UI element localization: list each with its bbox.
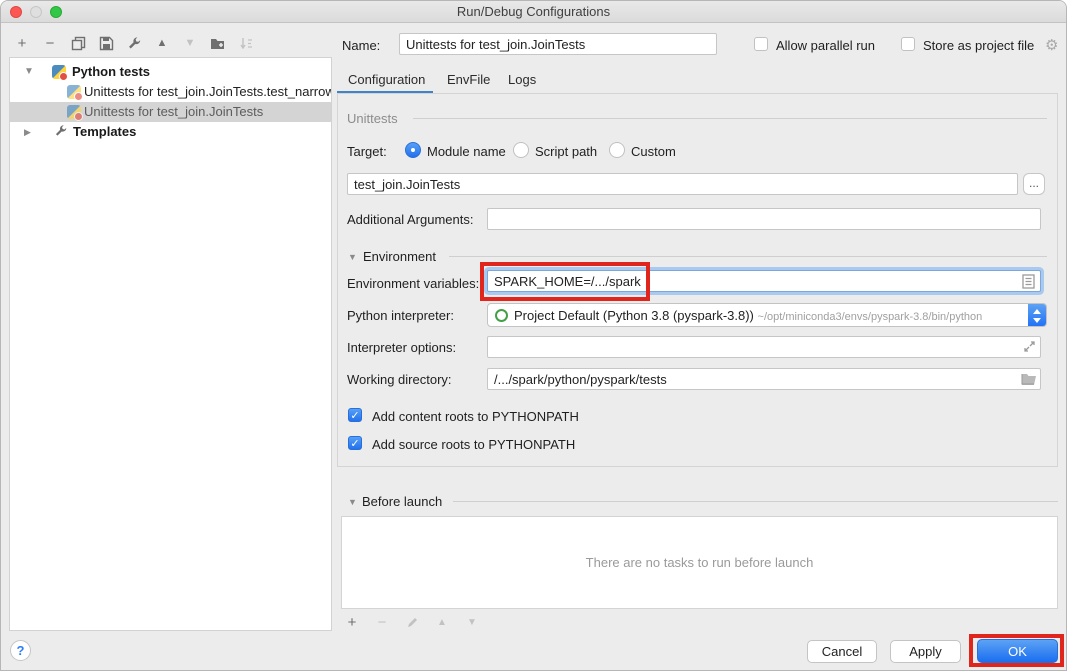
interpreter-options-label: Interpreter options:	[347, 340, 456, 355]
copy-configuration-icon[interactable]	[69, 34, 87, 52]
store-as-project-file-label: Store as project file	[923, 38, 1034, 53]
edit-task-pencil-icon	[403, 613, 421, 631]
python-test-icon	[67, 105, 81, 119]
tree-item-python-tests[interactable]: ▼ Python tests	[10, 62, 331, 82]
browse-folder-icon[interactable]	[1021, 372, 1037, 388]
move-up-button[interactable]: ▲	[153, 34, 171, 52]
unittests-section-title: Unittests	[347, 111, 398, 126]
additional-arguments-input[interactable]	[487, 208, 1041, 230]
ok-button[interactable]: OK	[977, 639, 1058, 663]
tab-envfile[interactable]: EnvFile	[447, 72, 490, 87]
target-custom-label: Custom	[631, 144, 676, 159]
section-divider	[453, 501, 1058, 502]
interpreter-options-input[interactable]	[487, 336, 1041, 358]
tree-item-unittests-test-narrow[interactable]: Unittests for test_join.JoinTests.test_n…	[10, 82, 331, 102]
add-source-roots-checkbox[interactable]: ✓	[348, 436, 362, 450]
tree-item-unittests-jointests[interactable]: Unittests for test_join.JoinTests	[10, 102, 331, 122]
add-source-roots-label: Add source roots to PYTHONPATH	[372, 437, 575, 452]
add-task-button[interactable]: +	[343, 613, 361, 631]
environment-section-title: Environment	[363, 249, 436, 264]
tree-item-label: Templates	[73, 122, 136, 142]
before-launch-toolbar: + − ▲ ▼	[343, 613, 481, 631]
window-title: Run/Debug Configurations	[1, 4, 1066, 19]
name-input[interactable]	[399, 33, 717, 55]
browse-target-button[interactable]: ...	[1023, 173, 1045, 195]
working-directory-label: Working directory:	[347, 372, 452, 387]
target-label: Target:	[347, 144, 387, 159]
chevron-right-icon[interactable]: ▶	[24, 122, 36, 142]
edit-env-vars-icon[interactable]	[1022, 274, 1035, 292]
chevron-down-icon[interactable]: ▼	[24, 62, 36, 82]
move-down-button: ▼	[181, 34, 199, 52]
remove-task-button: −	[373, 613, 391, 631]
store-settings-gear-icon[interactable]: ⚙	[1045, 36, 1058, 54]
conda-env-icon	[495, 309, 508, 322]
add-configuration-button[interactable]: +	[13, 34, 31, 52]
new-folder-icon[interactable]	[209, 34, 227, 52]
target-module-name-label: Module name	[427, 144, 506, 159]
environment-variables-label: Environment variables:	[347, 276, 479, 291]
python-test-icon	[67, 85, 81, 99]
templates-wrench-icon	[54, 124, 68, 142]
add-content-roots-label: Add content roots to PYTHONPATH	[372, 409, 579, 424]
remove-configuration-button[interactable]: −	[41, 34, 59, 52]
tab-configuration[interactable]: Configuration	[348, 72, 425, 87]
section-divider	[449, 256, 1047, 257]
move-task-down-button: ▼	[463, 613, 481, 631]
python-interpreter-path: ~/opt/miniconda3/envs/pyspark-3.8/bin/py…	[758, 311, 983, 323]
help-button[interactable]: ?	[10, 640, 31, 661]
store-as-project-file-checkbox[interactable]	[901, 37, 915, 51]
apply-button[interactable]: Apply	[890, 640, 961, 663]
target-script-path-label: Script path	[535, 144, 597, 159]
tree-item-label: Unittests for test_join.JoinTests	[84, 102, 263, 122]
environment-variables-input[interactable]	[487, 270, 1041, 292]
collapse-environment-icon[interactable]: ▼	[348, 252, 357, 262]
allow-parallel-run-checkbox[interactable]	[754, 37, 768, 51]
target-script-path-radio[interactable]	[513, 142, 529, 158]
target-custom-radio[interactable]	[609, 142, 625, 158]
before-launch-section-title: Before launch	[362, 494, 442, 509]
no-tasks-message: There are no tasks to run before launch	[586, 555, 814, 570]
python-interpreter-select[interactable]: Project Default (Python 3.8 (pyspark-3.8…	[487, 303, 1047, 327]
tree-item-label: Unittests for test_join.JoinTests.test_n…	[84, 82, 331, 102]
section-divider	[413, 118, 1047, 119]
sort-configurations-icon	[237, 34, 255, 52]
python-interpreter-value: Project Default (Python 3.8 (pyspark-3.8…	[514, 308, 754, 323]
configurations-toolbar: + − ▲ ▼	[13, 33, 255, 53]
target-module-name-radio[interactable]	[405, 142, 421, 158]
edit-templates-wrench-icon[interactable]	[125, 34, 143, 52]
python-tests-icon	[52, 65, 66, 79]
expand-field-icon[interactable]	[1023, 340, 1036, 356]
before-launch-task-list: There are no tasks to run before launch	[341, 516, 1058, 609]
target-input[interactable]	[347, 173, 1018, 195]
tab-logs[interactable]: Logs	[508, 72, 536, 87]
tree-item-templates[interactable]: ▶ Templates	[10, 122, 331, 142]
name-label: Name:	[342, 38, 380, 53]
tree-item-label: Python tests	[72, 62, 150, 82]
save-configuration-icon[interactable]	[97, 34, 115, 52]
move-task-up-button: ▲	[433, 613, 451, 631]
cancel-button[interactable]: Cancel	[807, 640, 877, 663]
select-stepper-icon[interactable]	[1028, 304, 1046, 327]
title-bar: Run/Debug Configurations	[1, 1, 1066, 23]
configurations-tree: ▼ Python tests Unittests for test_join.J…	[9, 57, 332, 631]
add-content-roots-checkbox[interactable]: ✓	[348, 408, 362, 422]
allow-parallel-run-label: Allow parallel run	[776, 38, 875, 53]
python-interpreter-label: Python interpreter:	[347, 308, 454, 323]
run-debug-configurations-dialog: Run/Debug Configurations + − ▲ ▼ ▼ Pytho…	[0, 0, 1067, 671]
additional-arguments-label: Additional Arguments:	[347, 212, 473, 227]
working-directory-input[interactable]	[487, 368, 1041, 390]
collapse-before-launch-icon[interactable]: ▼	[348, 497, 357, 507]
